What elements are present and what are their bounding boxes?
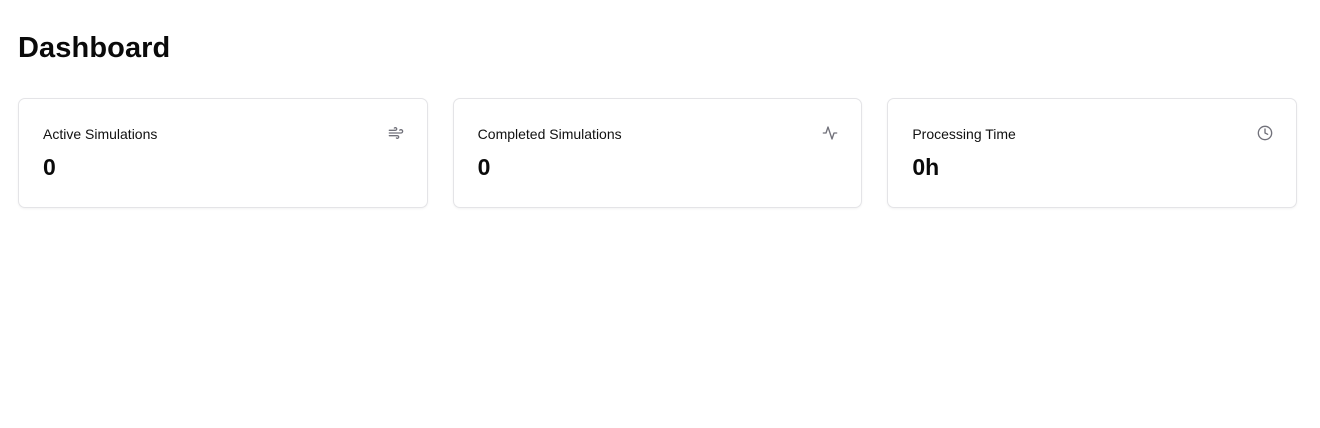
activity-icon xyxy=(822,125,838,141)
stat-card-processing-time: Processing Time 0h xyxy=(887,98,1298,208)
stat-value: 0 xyxy=(477,154,491,180)
stat-card-completed-simulations: Completed Simulations 0 xyxy=(452,98,863,208)
stat-value: 0h xyxy=(912,154,940,180)
stat-label: Processing Time xyxy=(912,126,1016,142)
dashboard-page: Dashboard Active Simulations 0 Completed… xyxy=(0,0,1320,428)
wind-icon xyxy=(388,125,404,141)
stats-cards: Active Simulations 0 Completed Simulatio… xyxy=(18,98,1298,208)
stat-label: Active Simulations xyxy=(43,126,158,142)
stat-value: 0 xyxy=(43,154,56,180)
stat-label: Completed Simulations xyxy=(477,126,622,142)
clock-icon xyxy=(1257,125,1273,141)
page-title: Dashboard xyxy=(18,32,171,64)
stat-card-active-simulations: Active Simulations 0 xyxy=(18,98,428,208)
